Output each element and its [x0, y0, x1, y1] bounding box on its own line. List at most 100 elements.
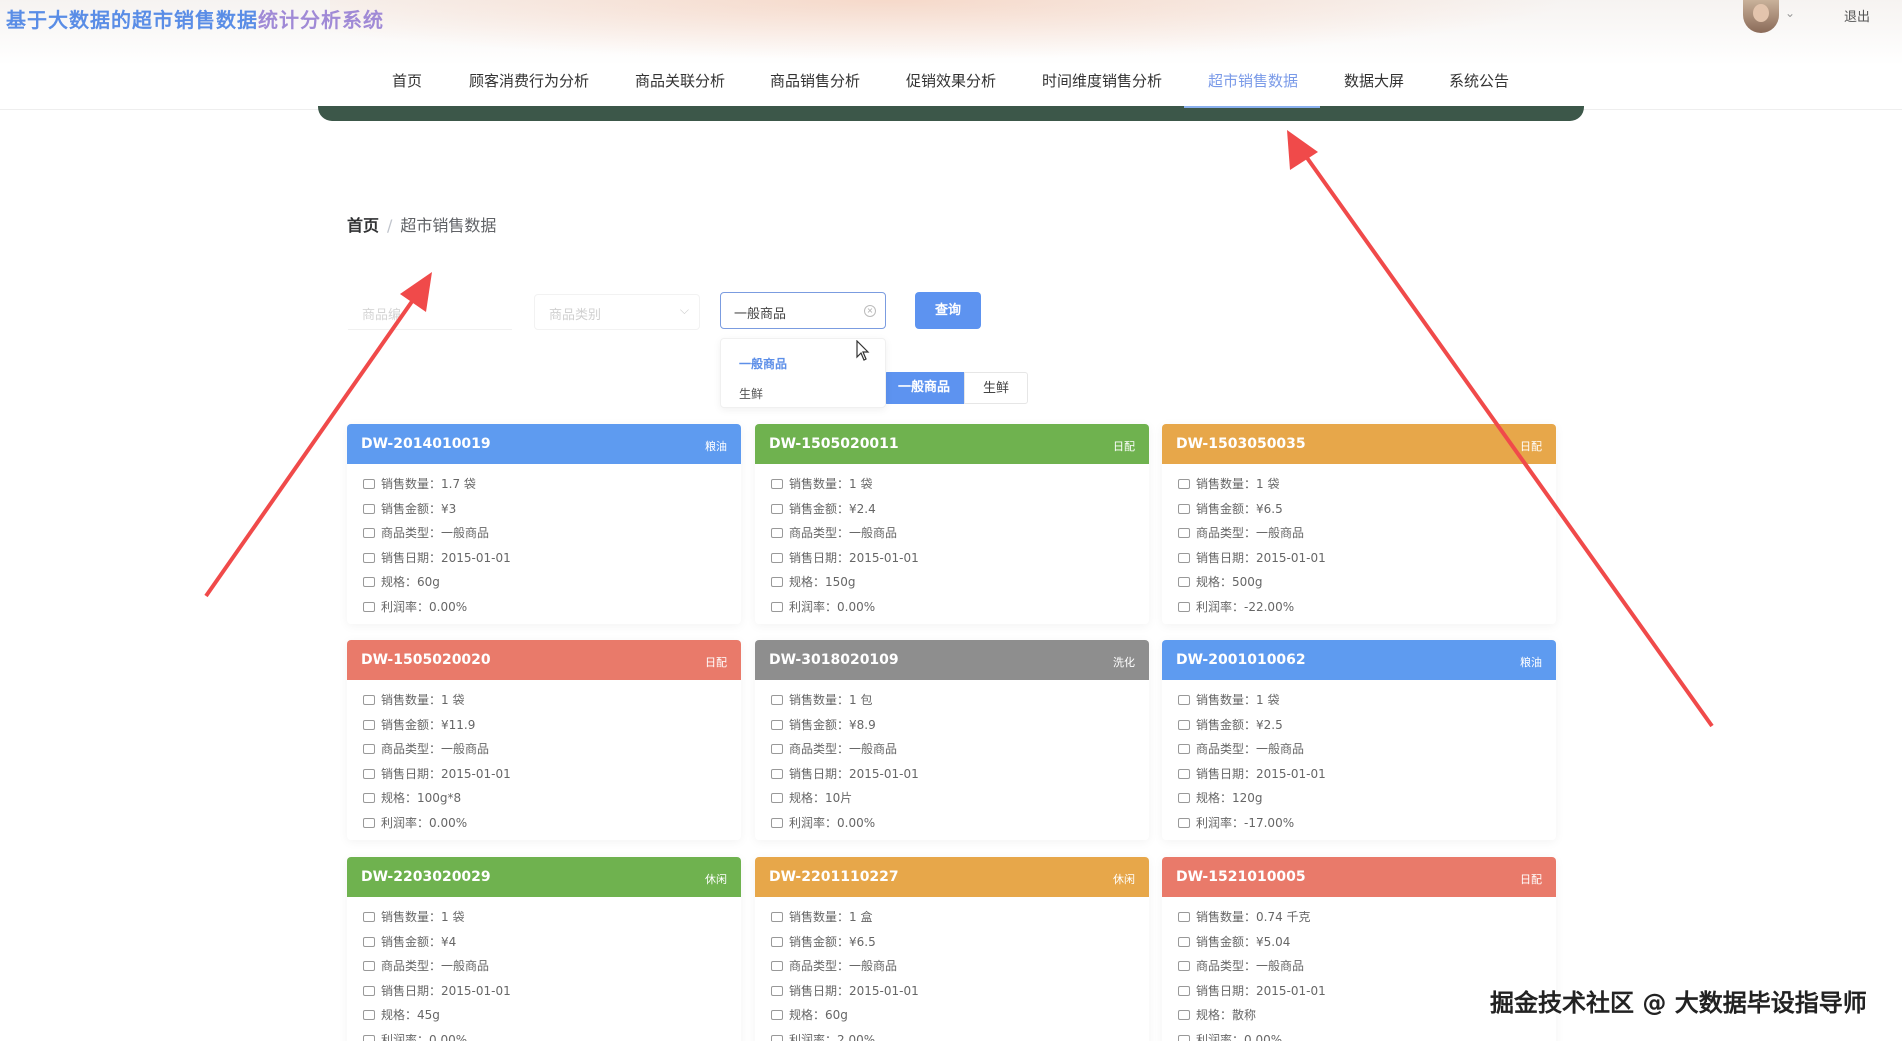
scale-icon [363, 577, 375, 587]
card-field-value: 1 袋 [441, 693, 465, 707]
card-product-id: DW-2203020029 [361, 869, 491, 885]
card-field-type: 商品类型：一般商品 [347, 521, 741, 546]
card-field-label: 利润率： [1196, 1032, 1245, 1041]
card-field-value: ¥6.5 [849, 934, 876, 949]
product-card[interactable]: DW-2014010019 粮油 销售数量：1.7 袋销售金额：¥3 商品类型：一般商… [347, 424, 741, 624]
product-type-select[interactable]: 一般商品 × [720, 292, 886, 329]
card-field-profit: 利润率：0.00% [755, 595, 1149, 620]
cart-icon [363, 695, 375, 705]
card-field-value: 0.00% [1244, 1032, 1283, 1041]
breadcrumb: 首页 / 超市销售数据 [347, 212, 496, 236]
chevron-down-icon: ⌵ [679, 303, 689, 317]
card-field-value: 2015-01-01 [849, 766, 919, 781]
card-field-qty: 销售数量：1 包 [755, 688, 1149, 713]
tag-icon [363, 528, 375, 538]
cart-icon [771, 695, 783, 705]
nav-item-product-sales[interactable]: 商品销售分析 [770, 70, 860, 91]
card-field-spec: 规格：150g [755, 570, 1149, 595]
calendar-icon [363, 552, 375, 563]
card-body: 销售数量：0.74 千克 销售金额：¥5.04 商品类型：一般商品 销售日期：2015… [1162, 897, 1556, 1041]
card-header: DW-1505020020 日配 [347, 640, 741, 680]
chevron-down-icon[interactable]: ⌄ [1785, 6, 1795, 20]
card-field-amount: 销售金额：¥2.4 [755, 497, 1149, 522]
card-field-date: 销售日期：2015-01-01 [347, 762, 741, 787]
money-icon [363, 936, 375, 947]
card-field-value: 100g*8 [417, 791, 462, 805]
product-card[interactable]: DW-3018020109 洗化 销售数量：1 包销售金额：¥8.9 商品类型：一般商… [755, 640, 1149, 840]
card-field-label: 销售日期： [789, 550, 850, 565]
product-card[interactable]: DW-2001010062 粮油 销售数量：1 袋销售金额：¥2.5 商品类型：一般商… [1162, 640, 1556, 840]
money-icon [1178, 936, 1190, 947]
card-category: 日配 [705, 656, 727, 669]
card-field-value: 60g [417, 575, 440, 589]
card-field-value: 1 盒 [849, 910, 873, 924]
chart-icon [363, 601, 375, 612]
card-field-label: 商品类型： [1196, 959, 1257, 973]
card-field-qty: 销售数量：1.7 袋 [347, 472, 741, 497]
query-button[interactable]: 查询 [915, 292, 981, 329]
product-card[interactable]: DW-2201110227 休闲 销售数量：1 盒销售金额：¥6.5 商品类型：一般商… [755, 857, 1149, 1041]
card-field-value: 0.00% [429, 599, 468, 614]
nav-item-customer-behavior[interactable]: 顾客消费行为分析 [469, 70, 589, 91]
card-field-value: 一般商品 [849, 742, 898, 756]
card-field-profit: 利润率：0.00% [1162, 1028, 1556, 1041]
cart-icon [1178, 912, 1190, 922]
annotation-arrowhead-right [1287, 130, 1318, 170]
card-field-value: 10片 [825, 791, 853, 805]
tag-icon [1178, 528, 1190, 538]
card-field-value: 一般商品 [849, 526, 898, 540]
card-field-label: 商品类型： [1196, 526, 1257, 540]
card-field-value: 150g [825, 575, 856, 589]
card-field-label: 销售日期： [381, 983, 442, 998]
card-body: 销售数量：1 袋销售金额：¥2.5 商品类型：一般商品 销售日期：2015-01-0… [1162, 680, 1556, 835]
avatar[interactable] [1743, 0, 1779, 33]
cart-icon [363, 912, 375, 922]
card-field-label: 利润率： [789, 599, 838, 614]
nav-item-promotion[interactable]: 促销效果分析 [906, 70, 996, 91]
card-field-label: 规格： [789, 1008, 826, 1022]
card-field-amount: 销售金额：¥5.04 [1162, 930, 1556, 955]
card-field-label: 销售金额： [789, 501, 850, 516]
dropdown-option-general[interactable]: 一般商品 [739, 355, 787, 372]
money-icon [771, 503, 783, 514]
nav-item-time-dimension[interactable]: 时间维度销售分析 [1042, 70, 1162, 91]
dropdown-option-fresh[interactable]: 生鲜 [739, 385, 763, 402]
tab-general-goods[interactable]: 一般商品 [884, 372, 964, 404]
card-field-value: 散称 [1232, 1008, 1257, 1022]
product-card[interactable]: DW-2203020029 休闲 销售数量：1 袋销售金额：¥4 商品类型：一般商品销… [347, 857, 741, 1041]
card-field-label: 规格： [1196, 1008, 1233, 1022]
product-card[interactable]: DW-1505020011 日配 销售数量：1 袋销售金额：¥2.4 商品类型：一般商… [755, 424, 1149, 624]
nav-item-dashboard[interactable]: 数据大屏 [1344, 70, 1404, 91]
category-select[interactable]: 商品类别 ⌵ [534, 294, 700, 330]
card-field-spec: 规格：10片 [755, 786, 1149, 811]
card-field-label: 规格： [381, 791, 418, 805]
card-field-value: ¥5.04 [1256, 934, 1291, 949]
card-field-amount: 销售金额：¥11.9 [347, 713, 741, 738]
card-category: 日配 [1520, 440, 1542, 453]
card-field-value: 1 袋 [441, 910, 465, 924]
money-icon [1178, 719, 1190, 730]
tag-icon [363, 961, 375, 971]
calendar-icon [1178, 768, 1190, 779]
card-field-value: 120g [1232, 791, 1263, 805]
nav-item-home[interactable]: 首页 [392, 70, 422, 91]
card-field-label: 利润率： [1196, 599, 1245, 614]
product-card[interactable]: DW-1505020020 日配 销售数量：1 袋销售金额：¥11.9 商品类型：一般… [347, 640, 741, 840]
tab-fresh[interactable]: 生鲜 [964, 372, 1028, 404]
card-field-value: 一般商品 [1256, 959, 1305, 973]
card-field-label: 销售金额： [381, 717, 442, 732]
breadcrumb-home[interactable]: 首页 [347, 216, 379, 235]
chart-icon [1178, 601, 1190, 612]
nav-item-announcements[interactable]: 系统公告 [1449, 70, 1509, 91]
scale-icon [771, 793, 783, 803]
card-field-value: 2015-01-01 [849, 550, 919, 565]
card-category: 洗化 [1113, 656, 1135, 669]
card-field-qty: 销售数量：1 盒 [755, 905, 1149, 930]
logout-link[interactable]: 退出 [1844, 6, 1870, 25]
nav-item-product-association[interactable]: 商品关联分析 [635, 70, 725, 91]
nav-item-sales-data[interactable]: 超市销售数据 [1208, 70, 1298, 91]
chart-icon [771, 1034, 783, 1041]
product-card[interactable]: DW-1503050035 日配 销售数量：1 袋销售金额：¥6.5 商品类型：一般商… [1162, 424, 1556, 624]
clear-icon[interactable]: × [864, 305, 876, 317]
product-code-input[interactable]: 商品编 [348, 296, 512, 330]
